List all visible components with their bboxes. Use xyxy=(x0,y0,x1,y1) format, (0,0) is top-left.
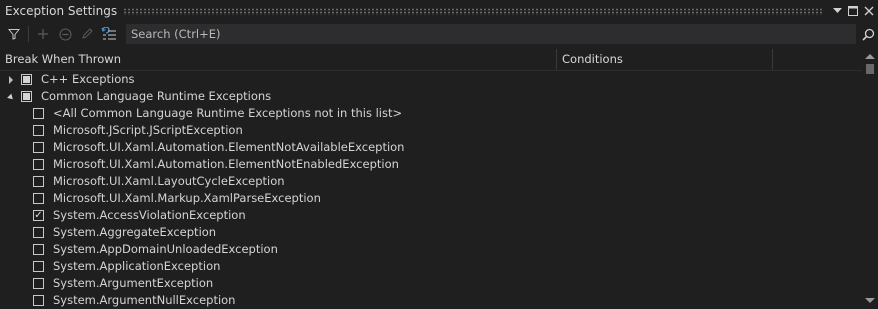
collapse-icon[interactable] xyxy=(5,88,15,105)
close-icon[interactable] xyxy=(862,4,876,18)
tree-item-label: System.AccessViolationException xyxy=(53,208,246,222)
tree-group-label: Common Language Runtime Exceptions xyxy=(41,89,272,103)
group-checkbox[interactable] xyxy=(21,74,32,85)
window-title: Exception Settings xyxy=(5,4,118,18)
tree-group-label: C++ Exceptions xyxy=(41,72,135,86)
tree-item-label: <All Common Language Runtime Exceptions … xyxy=(53,106,403,120)
tree-item-exception[interactable]: Microsoft.UI.Xaml.Automation.ElementNotA… xyxy=(0,139,862,156)
checkbox[interactable] xyxy=(33,261,44,272)
group-checkbox[interactable] xyxy=(21,91,32,102)
tree-item-exception[interactable]: Microsoft.JScript.JScriptException xyxy=(0,122,862,139)
tree-item-exception[interactable]: Microsoft.UI.Xaml.Automation.ElementNotE… xyxy=(0,156,862,173)
toolbar xyxy=(0,22,878,46)
column-header-empty xyxy=(773,49,862,70)
vertical-scrollbar[interactable] xyxy=(862,49,878,308)
scroll-down-arrow-icon[interactable] xyxy=(865,298,875,303)
tree-item-exception[interactable]: System.ApplicationException xyxy=(0,258,862,275)
checkbox[interactable] xyxy=(33,278,44,289)
checkbox[interactable] xyxy=(33,125,44,136)
remove-icon[interactable] xyxy=(57,26,73,42)
checkbox[interactable] xyxy=(33,159,44,170)
tree-item-exception[interactable]: System.AppDomainUnloadedException xyxy=(0,241,862,258)
checkbox[interactable] xyxy=(33,295,44,306)
tool-window-title-bar: Exception Settings xyxy=(0,0,878,22)
checked-checkbox[interactable]: ✓ xyxy=(33,210,44,221)
filter-icon[interactable] xyxy=(6,26,22,42)
restore-defaults-icon[interactable] xyxy=(101,26,117,42)
tree-item-label: System.ArgumentNullException xyxy=(53,293,236,307)
checkbox[interactable] xyxy=(33,193,44,204)
scroll-up-arrow-icon[interactable] xyxy=(865,54,875,59)
tree-item-label: Microsoft.UI.Xaml.Markup.XamlParseExcept… xyxy=(53,191,321,205)
column-headers: Break When Thrown Conditions xyxy=(0,49,862,71)
checkbox[interactable] xyxy=(33,244,44,255)
search-input[interactable] xyxy=(126,26,856,42)
tree-item-label: System.AppDomainUnloadedException xyxy=(53,242,278,256)
tree-item-label: Microsoft.UI.Xaml.LayoutCycleException xyxy=(53,174,285,188)
toolbar-separator xyxy=(28,26,29,42)
column-header-break-when-thrown[interactable]: Break When Thrown xyxy=(0,49,557,70)
column-header-conditions[interactable]: Conditions xyxy=(557,49,773,70)
tree-item-exception[interactable]: Microsoft.UI.Xaml.LayoutCycleException xyxy=(0,173,862,190)
expand-icon[interactable] xyxy=(6,71,16,88)
tree-item-exception[interactable]: System.ArgumentException xyxy=(0,275,862,292)
tree-item-exception[interactable]: System.ArgumentNullException xyxy=(0,292,862,309)
tree-item-exception[interactable]: Microsoft.UI.Xaml.Markup.XamlParseExcept… xyxy=(0,190,862,207)
edit-icon[interactable] xyxy=(79,26,95,42)
search-box[interactable] xyxy=(126,24,856,44)
tree-item-label: Microsoft.JScript.JScriptException xyxy=(53,123,243,137)
search-icon[interactable] xyxy=(860,26,876,42)
tree-item-exception[interactable]: System.AggregateException xyxy=(0,224,862,241)
checkmark-icon: ✓ xyxy=(34,209,43,221)
tree-item-label: Microsoft.UI.Xaml.Automation.ElementNotE… xyxy=(53,157,399,171)
tree-group-cpp-exceptions[interactable]: C++ Exceptions xyxy=(0,71,862,88)
tree-item-exception[interactable]: ✓ System.AccessViolationException xyxy=(0,207,862,224)
tree-group-clr-exceptions[interactable]: Common Language Runtime Exceptions xyxy=(0,88,862,105)
exception-tree: C++ Exceptions Common Language Runtime E… xyxy=(0,71,862,309)
checkbox[interactable] xyxy=(33,176,44,187)
title-bar-grip[interactable] xyxy=(123,7,822,15)
scrollbar-thumb[interactable] xyxy=(866,64,874,74)
tree-item-label: System.ArgumentException xyxy=(53,276,214,290)
tree-item-label: System.ApplicationException xyxy=(53,259,221,273)
checkbox[interactable] xyxy=(33,227,44,238)
tree-item-label: System.AggregateException xyxy=(53,225,217,239)
tree-item-exception[interactable]: <All Common Language Runtime Exceptions … xyxy=(0,105,862,122)
add-icon[interactable] xyxy=(35,26,51,42)
checkbox[interactable] xyxy=(33,108,44,119)
chevron-down-icon[interactable] xyxy=(830,4,844,18)
checkbox[interactable] xyxy=(33,142,44,153)
maximize-icon[interactable] xyxy=(846,4,860,18)
tree-item-label: Microsoft.UI.Xaml.Automation.ElementNotA… xyxy=(53,140,405,154)
